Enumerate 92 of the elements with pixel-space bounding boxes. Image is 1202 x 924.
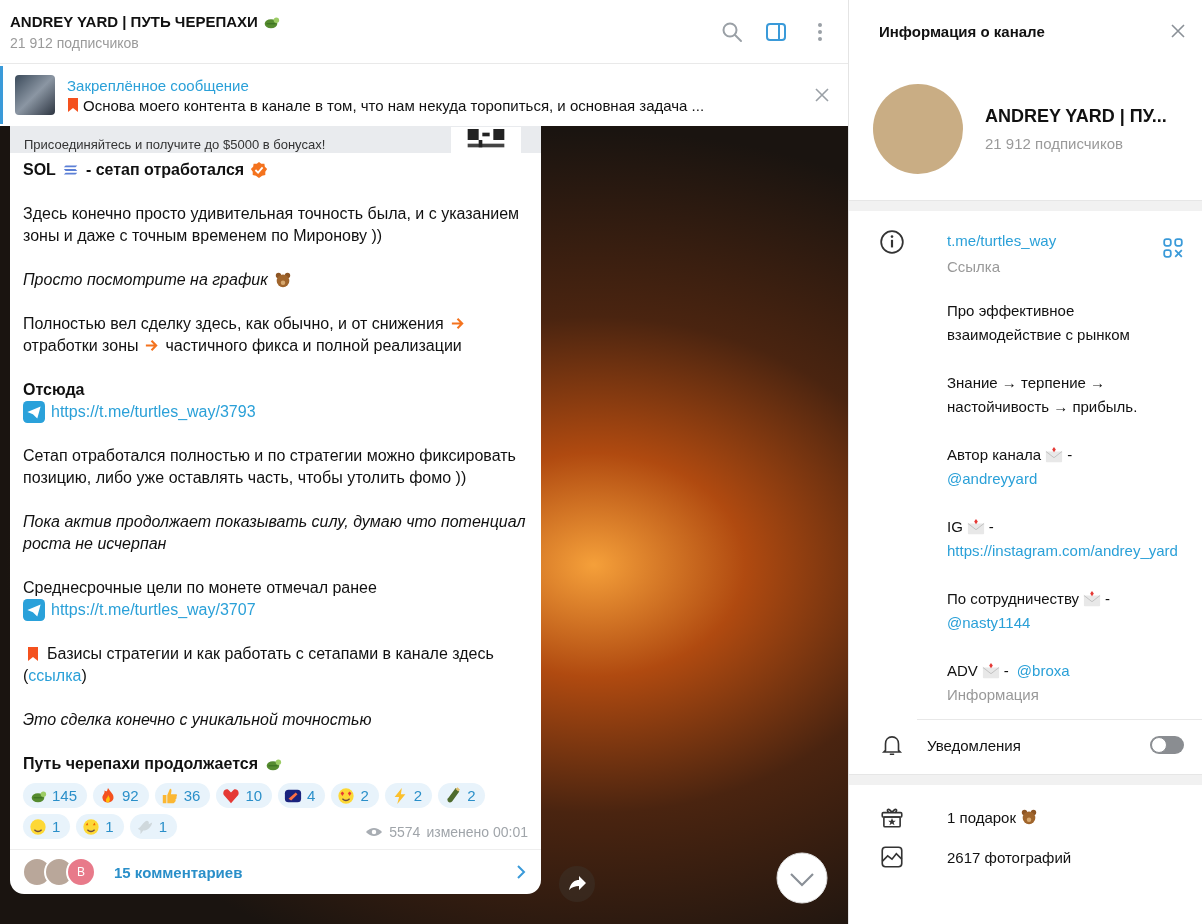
bookmark-icon (27, 646, 39, 662)
envelope-icon (1045, 446, 1064, 464)
reaction-chip[interactable]: 2 (438, 783, 486, 808)
message-link[interactable]: https://t.me/turtles_way/3707 (51, 599, 256, 621)
message-text: частичного фикса и полной реализации (165, 337, 462, 354)
share-button[interactable] (559, 866, 595, 902)
starstruck-icon (82, 817, 101, 836)
description-caption: Информация (947, 685, 1040, 705)
heart-icon (222, 786, 241, 805)
contact-label: IG (947, 517, 963, 537)
media-row[interactable]: 2617 фотографий (849, 837, 1202, 877)
message-link[interactable]: https://t.me/turtles_way/3793 (51, 401, 256, 423)
verified-badge-icon (250, 161, 269, 179)
description-text: Знание → терпение → настойчивость → прибыль. (947, 373, 1139, 417)
reaction-chip[interactable]: 4 (278, 783, 326, 808)
contact-dash: - (1003, 661, 1009, 681)
channel-link[interactable]: t.me/turtles_way (947, 229, 1057, 253)
chevron-right-icon (516, 864, 526, 880)
contact-link[interactable]: @nasty1144 (947, 611, 1184, 635)
arrow-right-icon (144, 338, 160, 353)
avatar: В (66, 857, 96, 887)
pinned-text: Основа моего контента в канале в том, что нам некуда торопиться, и основная задача ... (83, 96, 705, 114)
eye-icon (365, 826, 384, 838)
message-text: Базисы стратегии и как работать с сетапами в канале здесь (47, 644, 494, 664)
message-paragraph: Это сделка конечно с уникальной точностью (23, 710, 372, 730)
close-icon[interactable] (814, 87, 830, 103)
link-caption: Ссылка (947, 257, 1002, 277)
contact-dash: - (1105, 589, 1111, 609)
reaction-chip[interactable]: 92 (93, 783, 149, 808)
edited-time: изменено 00:01 (426, 823, 528, 842)
reaction-chip[interactable]: 145 (23, 783, 88, 808)
envelope-icon (1083, 590, 1102, 608)
pinned-label: Закреплённое сообщение (67, 76, 250, 94)
contact-link[interactable]: @andreyyard (947, 467, 1184, 491)
channel-name: ANDREY YARD | ПУ... (985, 106, 1167, 127)
channel-title: ANDREY YARD | ПУТЬ ЧЕРЕПАХИ (10, 13, 258, 30)
bookmark-icon (67, 97, 79, 113)
contact-dash: - (1067, 445, 1073, 465)
champagne-icon (444, 786, 463, 805)
comments-button[interactable]: В 15 комментариев (10, 849, 541, 894)
contact-label: По сотрудничеству (947, 589, 1080, 609)
message-paragraph: Здесь конечно просто удивительная точность была, и с указанием зоны и даже с точным временем по Миронову )) (23, 204, 521, 246)
notifications-toggle[interactable] (1150, 736, 1184, 754)
ad-banner[interactable]: Присоединяйтесь и получите до $5000 в бонусах! (10, 126, 541, 153)
message-paragraph: Отсюда (23, 380, 86, 400)
envelope-icon (981, 662, 1000, 680)
media-row[interactable]: 1 подарок (849, 797, 1202, 837)
reaction-chip[interactable]: 1 (76, 814, 124, 839)
message-paragraph: Просто посмотрите на график (23, 270, 268, 290)
view-count: 5574 (389, 823, 421, 842)
message-title: - сетап отработался (85, 160, 245, 180)
qr-code-icon[interactable] (1162, 237, 1184, 259)
reaction-chip[interactable]: 2 (331, 783, 379, 808)
reaction-chip[interactable]: 1 (129, 814, 178, 839)
contact-link[interactable]: https://instagram.com/andrey_yard (947, 539, 1184, 563)
description-text: Про эффективное взаимодействие с рынком (947, 301, 1131, 345)
scroll-down-button[interactable] (776, 852, 828, 904)
paper-plane-icon (23, 401, 45, 423)
message-paragraph: Пока актив продолжает показывать силу, думаю что потенциал роста не исчерпан (23, 512, 527, 554)
bear-icon (273, 271, 292, 289)
reaction-chip[interactable]: 2 (384, 783, 433, 808)
subscriber-count: 21 912 подписчиков (10, 34, 140, 51)
photo-placeholder (15, 75, 55, 115)
contact-dash: - (988, 517, 994, 537)
ad-text: Присоединяйтесь и получите до $5000 в бонусах! (24, 137, 326, 153)
image-icon (879, 844, 905, 870)
bear-icon (1020, 808, 1038, 826)
close-icon[interactable] (1170, 23, 1186, 39)
contact-link[interactable]: @broxa (1016, 659, 1070, 683)
arrow-right-icon (449, 316, 465, 331)
hearteyes-icon (337, 786, 356, 805)
panel-title: Информация о канале (879, 22, 1045, 40)
reaction-chip[interactable]: 36 (154, 783, 211, 808)
message-text: Полностью вел сделку здесь, как обычно, и от снижения (23, 315, 444, 332)
message-paragraph: Путь черепахи продолжается (23, 754, 258, 774)
message-link[interactable]: ссылка (28, 667, 82, 684)
message-text: ( (23, 667, 29, 684)
message-paragraph: Среднесрочные цели по монете отмечал ранее (23, 578, 378, 598)
reaction-chip[interactable]: 1 (23, 814, 71, 839)
subscriber-count: 21 912 подписчиков (985, 135, 1124, 152)
thumbs-icon (160, 786, 179, 805)
notifications-label: Уведомления (927, 736, 1022, 754)
contact-label: ADV (947, 661, 978, 681)
reaction-chip[interactable]: 10 (216, 783, 273, 808)
envelope-icon (966, 518, 985, 536)
message-text: ) (81, 667, 87, 684)
message-text: отработки зоны (23, 337, 139, 354)
message-paragraph: Сетап отработался полностью и по стратегии можно фиксировать позицию, либо уже оставлять часть, чтобы утолить фомо )) (23, 446, 517, 488)
info-icon (879, 229, 905, 255)
message-title: SOL (23, 160, 56, 180)
paper-plane-icon (23, 599, 45, 621)
contact-label: Автор канала (947, 445, 1042, 465)
